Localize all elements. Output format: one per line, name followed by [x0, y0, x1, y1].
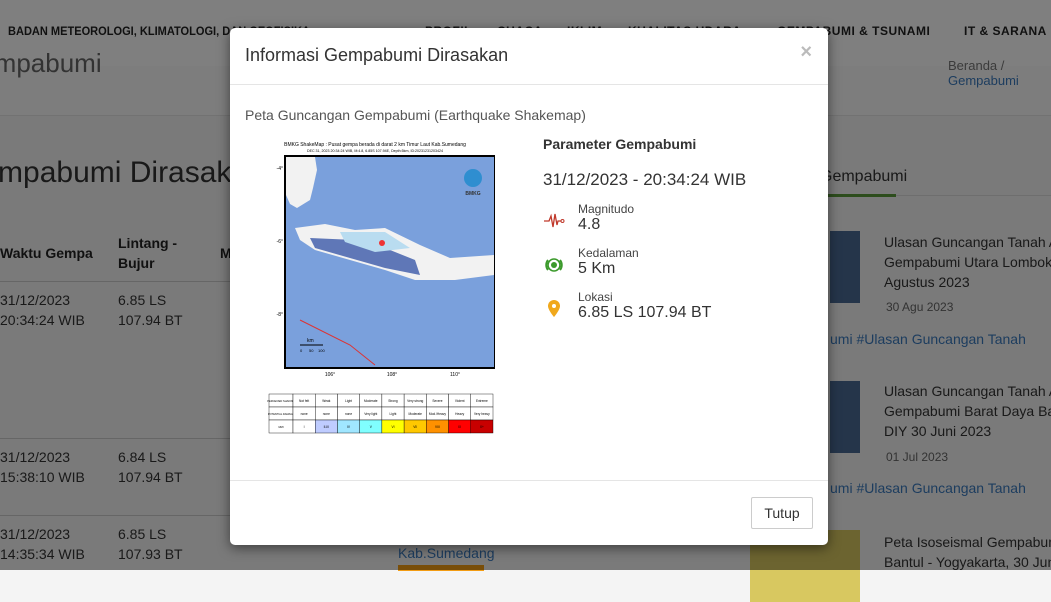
lon-tick: 108° — [387, 372, 397, 378]
legend-damage-label: none — [301, 412, 308, 416]
close-icon[interactable]: × — [800, 41, 812, 64]
legend-shaking-label: Not felt — [299, 399, 309, 403]
legend-damage-label: none — [323, 412, 330, 416]
depth-target-icon — [545, 258, 563, 272]
legend-damage-label: Heavy — [455, 412, 464, 416]
legend-row-label: MMI — [278, 425, 283, 429]
legend-mmi-label: VII — [413, 425, 417, 429]
modal-footer-divider — [230, 480, 828, 481]
legend-damage-label: Mod./Heavy — [429, 412, 446, 416]
legend-mmi-label: I — [304, 425, 305, 429]
bmkg-logo — [464, 169, 482, 187]
location-label: Lokasi — [578, 290, 613, 304]
legend-shaking-label: Extreme — [476, 399, 488, 403]
legend-mmi-label: X+ — [480, 425, 484, 429]
shakemap-caption: Peta Guncangan Gempabumi (Earthquake Sha… — [245, 107, 586, 123]
shakemap-image[interactable]: BMKG ShakeMap : Pusat gempa berada di da… — [255, 140, 495, 440]
lat-tick: -4° — [277, 166, 283, 172]
modal-title: Informasi Gempabumi Dirasakan — [245, 45, 509, 65]
legend-damage-label: none — [345, 412, 352, 416]
legend-shaking-label: Severe — [432, 399, 442, 403]
lat-tick: -6° — [277, 239, 283, 245]
legend-mmi-label: VI — [391, 425, 394, 429]
scale-tick: 100 — [318, 348, 325, 353]
lon-tick: 110° — [450, 372, 460, 378]
legend-damage-label: Very heavy — [474, 412, 490, 416]
legend-mmi-label: II-III — [324, 425, 330, 429]
earthquake-parameters: Parameter Gempabumi 31/12/2023 - 20:34:2… — [543, 136, 803, 322]
parameters-heading: Parameter Gempabumi — [543, 136, 697, 152]
mmi-legend: PERCEIVED SHAKING POTENTIAL DAMAGE MMI Not … — [267, 393, 494, 434]
bmkg-logo-text: BMKG — [465, 191, 480, 197]
lat-tick: -8° — [277, 312, 283, 318]
legend-row-label: POTENTIAL DAMAGE — [268, 412, 295, 416]
legend-shaking-label: Weak — [322, 399, 330, 403]
map-subtitle: DEC 31, 2023 20:34:24 WIB, M:4.8, 6.85S … — [307, 149, 443, 153]
close-button[interactable]: Tutup — [751, 497, 813, 529]
legend-mmi-label: VIII — [435, 425, 440, 429]
legend-damage-label: Light — [390, 412, 397, 416]
depth-value: 5 Km — [578, 260, 616, 277]
legend-shaking-label: Light — [345, 399, 352, 403]
magnitude-label: Magnitudo — [578, 202, 635, 216]
epicenter-star — [379, 240, 385, 246]
map-title: BMKG ShakeMap : Pusat gempa berada di da… — [284, 142, 466, 148]
legend-damage-label: Very light — [364, 412, 377, 416]
legend-damage-label: Moderate — [408, 412, 422, 416]
magnitude-value: 4.8 — [578, 216, 601, 233]
modal-header: Informasi Gempabumi Dirasakan × — [230, 28, 828, 85]
scale-label: km — [307, 338, 314, 344]
earthquake-info-modal: Informasi Gempabumi Dirasakan × Peta Gun… — [230, 28, 828, 545]
scale-tick: 50 — [309, 348, 314, 353]
legend-shaking-label: Moderate — [364, 399, 378, 403]
magnitude-item: Magnitudo 4.8 — [543, 202, 803, 234]
location-item: Lokasi 6.85 LS 107.94 BT — [543, 290, 803, 322]
seismograph-icon — [544, 213, 565, 228]
depth-label: Kedalaman — [578, 246, 639, 260]
lon-tick: 106° — [325, 372, 335, 378]
legend-shaking-label: Strong — [388, 399, 398, 403]
legend-row-label: PERCEIVED SHAKING — [267, 399, 294, 403]
depth-item: Kedalaman 5 Km — [543, 246, 803, 278]
legend-shaking-label: Violent — [455, 399, 465, 403]
legend-shaking-label: Very strong — [407, 399, 423, 403]
map-pin-icon — [548, 300, 560, 317]
location-value: 6.85 LS 107.94 BT — [578, 304, 712, 321]
earthquake-datetime: 31/12/2023 - 20:34:24 WIB — [543, 170, 747, 189]
